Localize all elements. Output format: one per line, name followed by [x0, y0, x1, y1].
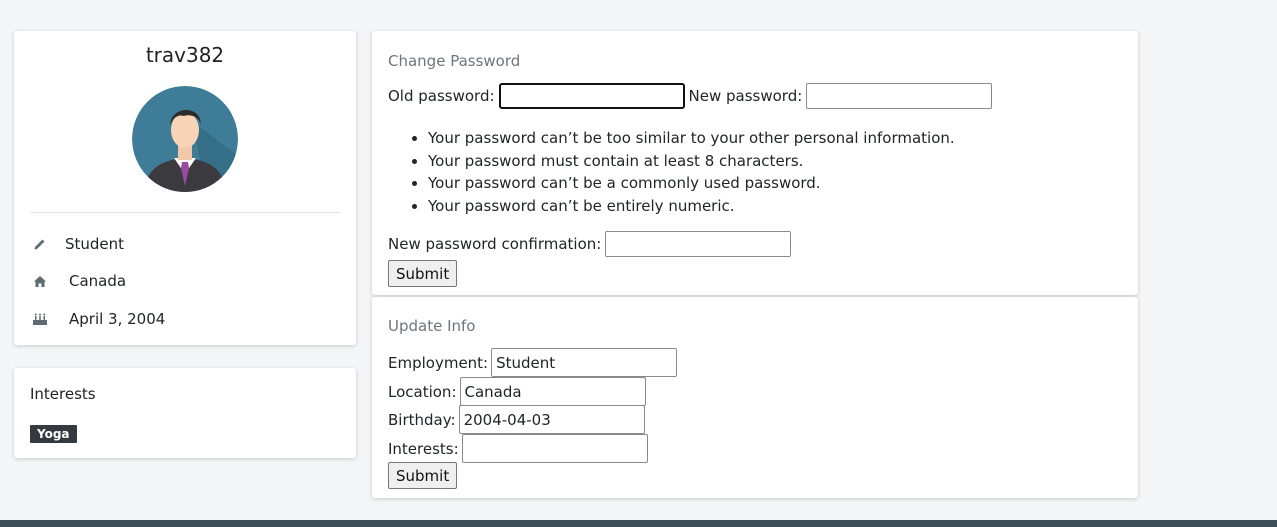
new-password-input[interactable] [806, 83, 993, 109]
profile-card: trav382 Student Canada April 3, 2004 [14, 31, 356, 345]
birthday-cake-icon [30, 311, 50, 327]
location-input[interactable] [459, 377, 646, 406]
interests-row: Interests: [388, 434, 648, 463]
password-row: Old password: New password: [388, 83, 993, 109]
profile-location: Canada [69, 272, 127, 290]
profile-username: trav382 [145, 43, 225, 67]
profile-divider [30, 212, 340, 213]
footer-bar [0, 520, 1277, 527]
employment-input[interactable] [491, 348, 678, 377]
location-row: Location: [388, 377, 646, 406]
confirmation-label: New password confirmation: [388, 235, 602, 253]
birthday-label: Birthday: [388, 410, 456, 429]
location-label: Location: [388, 382, 457, 401]
birthday-row: Birthday: [388, 405, 645, 434]
interest-tag: Yoga [30, 425, 77, 443]
profile-birthday-row: April 3, 2004 [30, 309, 165, 329]
password-rule: Your password can’t be a commonly used p… [428, 172, 955, 195]
employment-row: Employment: [388, 348, 678, 377]
interests-label: Interests: [388, 439, 459, 458]
birthday-input[interactable] [458, 405, 645, 434]
home-icon [30, 273, 50, 289]
change-password-card: Change Password Old password: New passwo… [372, 31, 1138, 295]
password-rule: Your password can’t be too similar to yo… [428, 127, 955, 150]
profile-employment: Student [65, 235, 125, 253]
password-rule: Your password must contain at least 8 ch… [428, 150, 955, 173]
profile-birthday: April 3, 2004 [69, 310, 166, 328]
avatar [132, 86, 238, 192]
new-password-confirmation-input[interactable] [605, 231, 792, 257]
password-rule: Your password can’t be entirely numeric. [428, 195, 955, 218]
interests-title: Interests [30, 385, 96, 403]
confirmation-row: New password confirmation: [388, 231, 792, 257]
update-info-title: Update Info [388, 317, 476, 335]
update-info-card: Update Info Employment: Location: Birthd… [372, 297, 1138, 498]
interests-card: Interests Yoga [14, 368, 356, 458]
old-password-label: Old password: [388, 87, 495, 105]
profile-employment-row: Student [30, 234, 124, 254]
old-password-input[interactable] [498, 83, 685, 109]
password-rules-list: Your password can’t be too similar to yo… [388, 127, 955, 218]
update-info-submit-button[interactable]: Submit [388, 462, 458, 489]
interests-input[interactable] [461, 434, 648, 463]
change-password-title: Change Password [388, 52, 521, 70]
employment-label: Employment: [388, 353, 489, 372]
new-password-label: New password: [688, 87, 803, 105]
pencil-icon [30, 236, 50, 252]
profile-location-row: Canada [30, 271, 126, 291]
change-password-submit-button[interactable]: Submit [388, 260, 458, 287]
